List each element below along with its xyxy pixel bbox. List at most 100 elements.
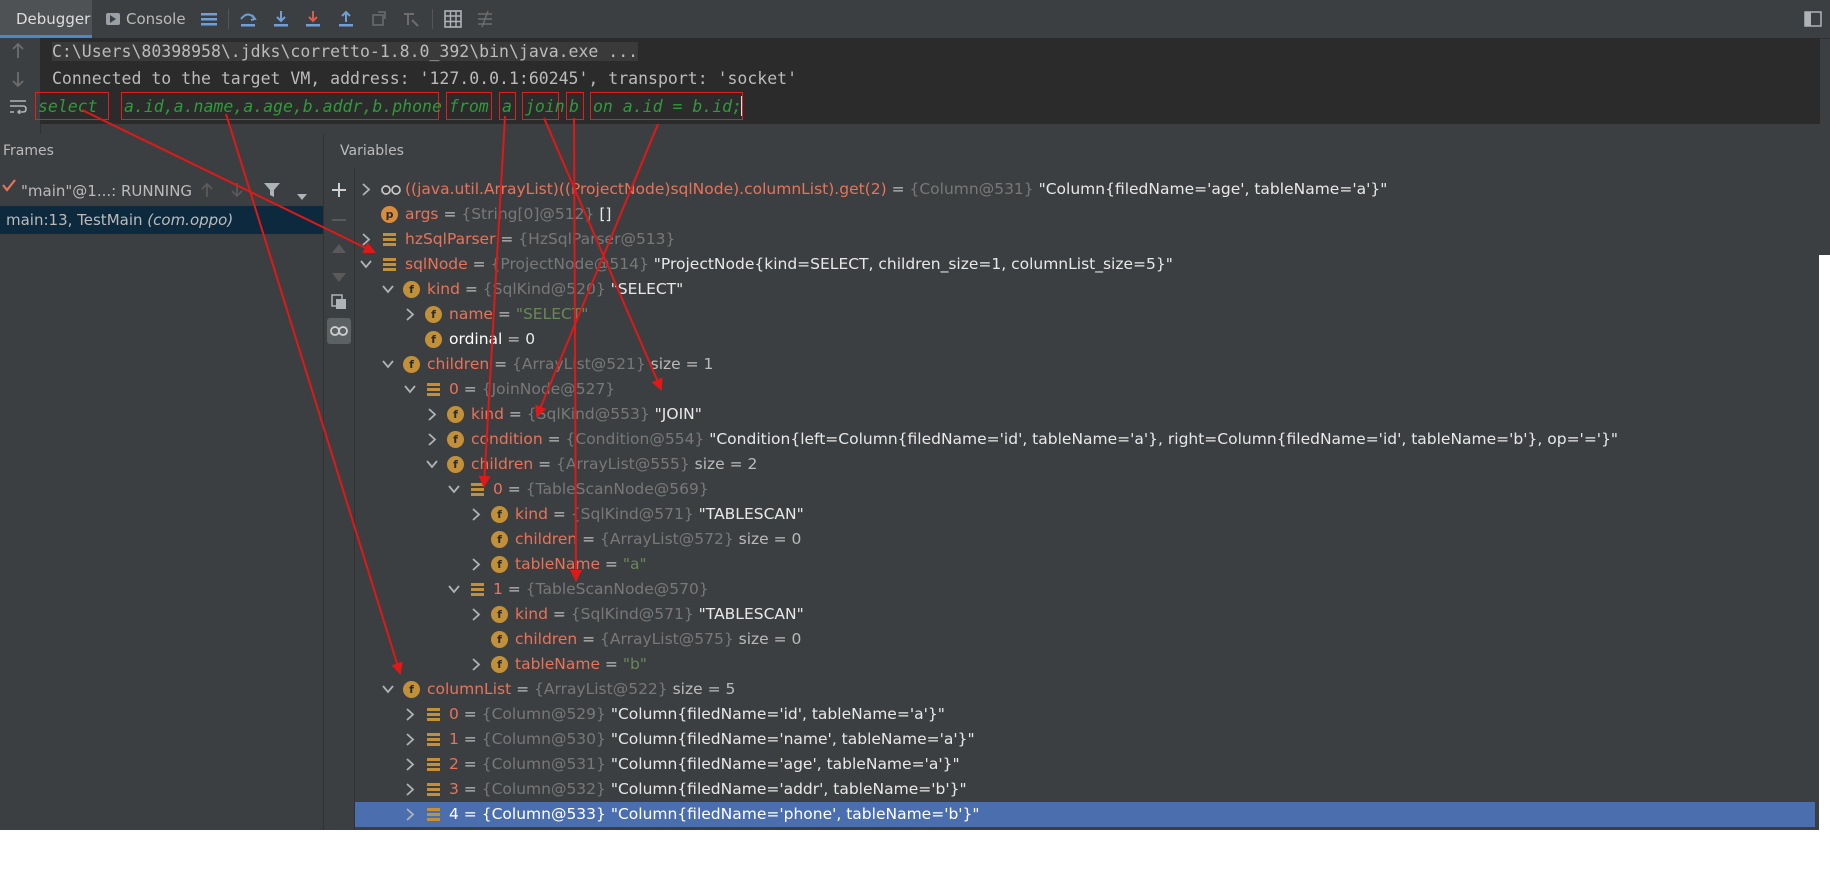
variable-type: {SqlKind@571} xyxy=(570,605,694,623)
variable-text: tableName = "a" xyxy=(515,552,647,577)
chevron-right-icon[interactable] xyxy=(425,402,439,427)
variable-value: [] xyxy=(599,205,612,223)
variable-row[interactable]: 4 = {Column@533} "Column{filedName='phon… xyxy=(355,802,1815,827)
chevron-right-icon[interactable] xyxy=(403,777,417,802)
variable-row[interactable]: f name = "SELECT" xyxy=(355,302,1815,327)
run-to-cursor-icon[interactable] xyxy=(400,8,422,30)
chevron-down-icon[interactable] xyxy=(425,452,439,477)
variable-row[interactable]: 2 = {Column@531} "Column{filedName='age'… xyxy=(355,752,1815,777)
variable-row[interactable]: 0 = {JoinNode@527} xyxy=(355,377,1815,402)
tab-console[interactable]: Console xyxy=(106,0,192,38)
chevron-right-icon[interactable] xyxy=(403,727,417,752)
variable-row[interactable]: f kind = {SqlKind@571} "TABLESCAN" xyxy=(355,602,1815,627)
step-into-icon[interactable] xyxy=(270,8,292,30)
variable-row[interactable]: f condition = {Condition@554} "Condition{… xyxy=(355,427,1815,452)
variable-value: size = 5 xyxy=(672,680,736,698)
variable-row[interactable]: f children = {ArrayList@555} size = 2 xyxy=(355,452,1815,477)
chevron-down-icon[interactable] xyxy=(359,252,373,277)
variable-row[interactable]: ((java.util.ArrayList)((ProjectNode)sqlN… xyxy=(355,177,1815,202)
window-edge xyxy=(1819,255,1830,830)
variable-row[interactable]: f columnList = {ArrayList@522} size = 5 xyxy=(355,677,1815,702)
layout-menu-icon[interactable] xyxy=(198,8,220,30)
next-frame-icon[interactable] xyxy=(230,182,244,202)
equals-sign: = xyxy=(886,180,910,198)
step-out-icon[interactable] xyxy=(335,8,357,30)
layout-settings-icon[interactable] xyxy=(1802,8,1824,30)
move-down-icon[interactable] xyxy=(331,270,347,288)
variable-value: size = 1 xyxy=(650,355,714,373)
force-step-into-icon[interactable] xyxy=(302,8,324,30)
drop-frame-icon[interactable] xyxy=(368,8,390,30)
chevron-down-icon[interactable] xyxy=(381,677,395,702)
chevron-down-icon[interactable] xyxy=(403,377,417,402)
chevron-right-icon[interactable] xyxy=(359,177,373,202)
previous-frame-icon[interactable] xyxy=(200,182,214,202)
thread-selector[interactable]: "main"@1...: RUNNING xyxy=(0,176,323,206)
equals-sign: = xyxy=(458,805,482,823)
variable-name: children xyxy=(515,630,578,648)
variable-type: {TableScanNode@569} xyxy=(525,480,709,498)
field-icon: f xyxy=(491,606,508,623)
frames-panel: Frames "main"@1...: RUNNING main:13, Tes… xyxy=(0,134,324,830)
variable-row[interactable]: f children = {ArrayList@521} size = 1 xyxy=(355,352,1815,377)
variable-row[interactable]: p args = {String[0]@512} [] xyxy=(355,202,1815,227)
variable-name: tableName xyxy=(515,555,600,573)
variable-row[interactable]: 3 = {Column@532} "Column{filedName='addr… xyxy=(355,777,1815,802)
console-output: C:\Users\80398958\.jdks\corretto-1.8.0_3… xyxy=(35,38,1820,124)
chevron-down-icon[interactable] xyxy=(296,187,308,205)
step-over-icon[interactable] xyxy=(237,8,259,30)
variable-name: ordinal xyxy=(449,330,503,348)
object-icon xyxy=(425,756,442,773)
evaluate-expression-icon[interactable] xyxy=(442,8,464,30)
filter-icon[interactable] xyxy=(263,182,281,202)
equals-sign: = xyxy=(458,755,482,773)
soft-wrap-icon[interactable] xyxy=(9,98,27,118)
chevron-down-icon[interactable] xyxy=(381,277,395,302)
tab-debugger[interactable]: Debugger xyxy=(0,0,92,38)
variable-row[interactable]: f kind = {SqlKind@571} "TABLESCAN" xyxy=(355,502,1815,527)
variable-row[interactable]: 1 = {TableScanNode@570} xyxy=(355,577,1815,602)
move-up-icon[interactable] xyxy=(331,240,347,258)
variable-row[interactable]: hzSqlParser = {HzSqlParser@513} xyxy=(355,227,1815,252)
variable-value: size = 0 xyxy=(738,630,802,648)
chevron-right-icon[interactable] xyxy=(403,752,417,777)
chevron-right-icon[interactable] xyxy=(469,502,483,527)
scroll-up-icon[interactable] xyxy=(10,42,26,64)
variable-type: {String[0]@512} xyxy=(461,205,595,223)
variable-row[interactable]: f kind = {SqlKind@520} "SELECT" xyxy=(355,277,1815,302)
chevron-right-icon[interactable] xyxy=(469,602,483,627)
variable-row[interactable]: 0 = {Column@529} "Column{filedName='id',… xyxy=(355,702,1815,727)
variable-row[interactable]: f kind = {SqlKind@553} "JOIN" xyxy=(355,402,1815,427)
chevron-down-icon[interactable] xyxy=(447,577,461,602)
variable-row[interactable]: f tableName = "a" xyxy=(355,552,1815,577)
equals-sign: = xyxy=(458,780,482,798)
variable-row[interactable]: 1 = {Column@530} "Column{filedName='name… xyxy=(355,727,1815,752)
frame-item-main[interactable]: main:13, TestMain (com.oppo) xyxy=(0,206,323,234)
variable-row[interactable]: f children = {ArrayList@575} size = 0 xyxy=(355,627,1815,652)
variable-row[interactable]: sqlNode = {ProjectNode@514} "ProjectNode… xyxy=(355,252,1815,277)
copy-icon[interactable] xyxy=(331,294,347,314)
variable-name: 2 xyxy=(449,755,459,773)
chevron-down-icon[interactable] xyxy=(381,352,395,377)
variable-row[interactable]: f tableName = "b" xyxy=(355,652,1815,677)
variable-row[interactable]: 0 = {TableScanNode@569} xyxy=(355,477,1815,502)
chevron-right-icon[interactable] xyxy=(403,302,417,327)
variable-text: children = {ArrayList@521} size = 1 xyxy=(427,352,713,377)
chevron-right-icon[interactable] xyxy=(469,552,483,577)
equals-sign: = xyxy=(458,730,482,748)
chevron-right-icon[interactable] xyxy=(359,227,373,252)
chevron-right-icon[interactable] xyxy=(425,427,439,452)
chevron-down-icon[interactable] xyxy=(447,477,461,502)
variable-type: {ProjectNode@514} xyxy=(490,255,649,273)
chevron-right-icon[interactable] xyxy=(403,802,417,827)
trace-stream-icon[interactable] xyxy=(474,8,496,30)
variable-row[interactable]: f children = {ArrayList@572} size = 0 xyxy=(355,527,1815,552)
variable-row[interactable]: f ordinal = 0 xyxy=(355,327,1815,352)
scroll-down-icon[interactable] xyxy=(10,70,26,92)
chevron-right-icon[interactable] xyxy=(403,702,417,727)
show-watches-icon[interactable] xyxy=(327,318,351,344)
remove-watch-icon[interactable] xyxy=(331,212,347,232)
chevron-right-icon[interactable] xyxy=(469,652,483,677)
console-icon xyxy=(106,13,120,25)
add-watch-icon[interactable] xyxy=(331,182,347,202)
